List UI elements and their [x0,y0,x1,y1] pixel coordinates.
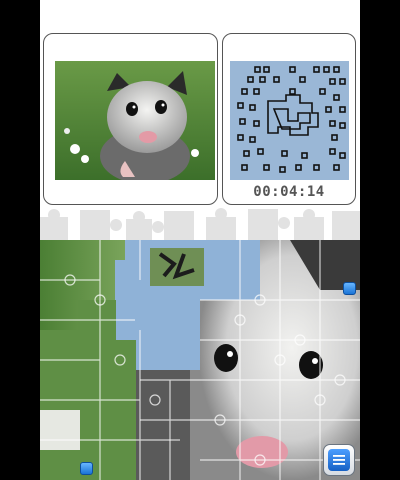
board-scroll-handle-right[interactable] [343,282,356,295]
puzzle-tray-strip [40,205,360,240]
menu-button[interactable] [323,444,355,476]
top-screen: 00:04:14 [40,0,360,240]
puzzle-board[interactable] [40,240,360,480]
bottom-screen [40,240,360,480]
elapsed-timer: 00:04:14 [253,184,325,200]
minimap [230,61,349,180]
reference-photo [55,61,215,180]
board-scroll-handle-bottom[interactable] [80,462,93,475]
loose-piece[interactable] [150,248,204,286]
progress-panel: 00:04:14 [222,33,356,205]
reference-panel [43,33,218,205]
menu-list-icon [333,455,345,465]
